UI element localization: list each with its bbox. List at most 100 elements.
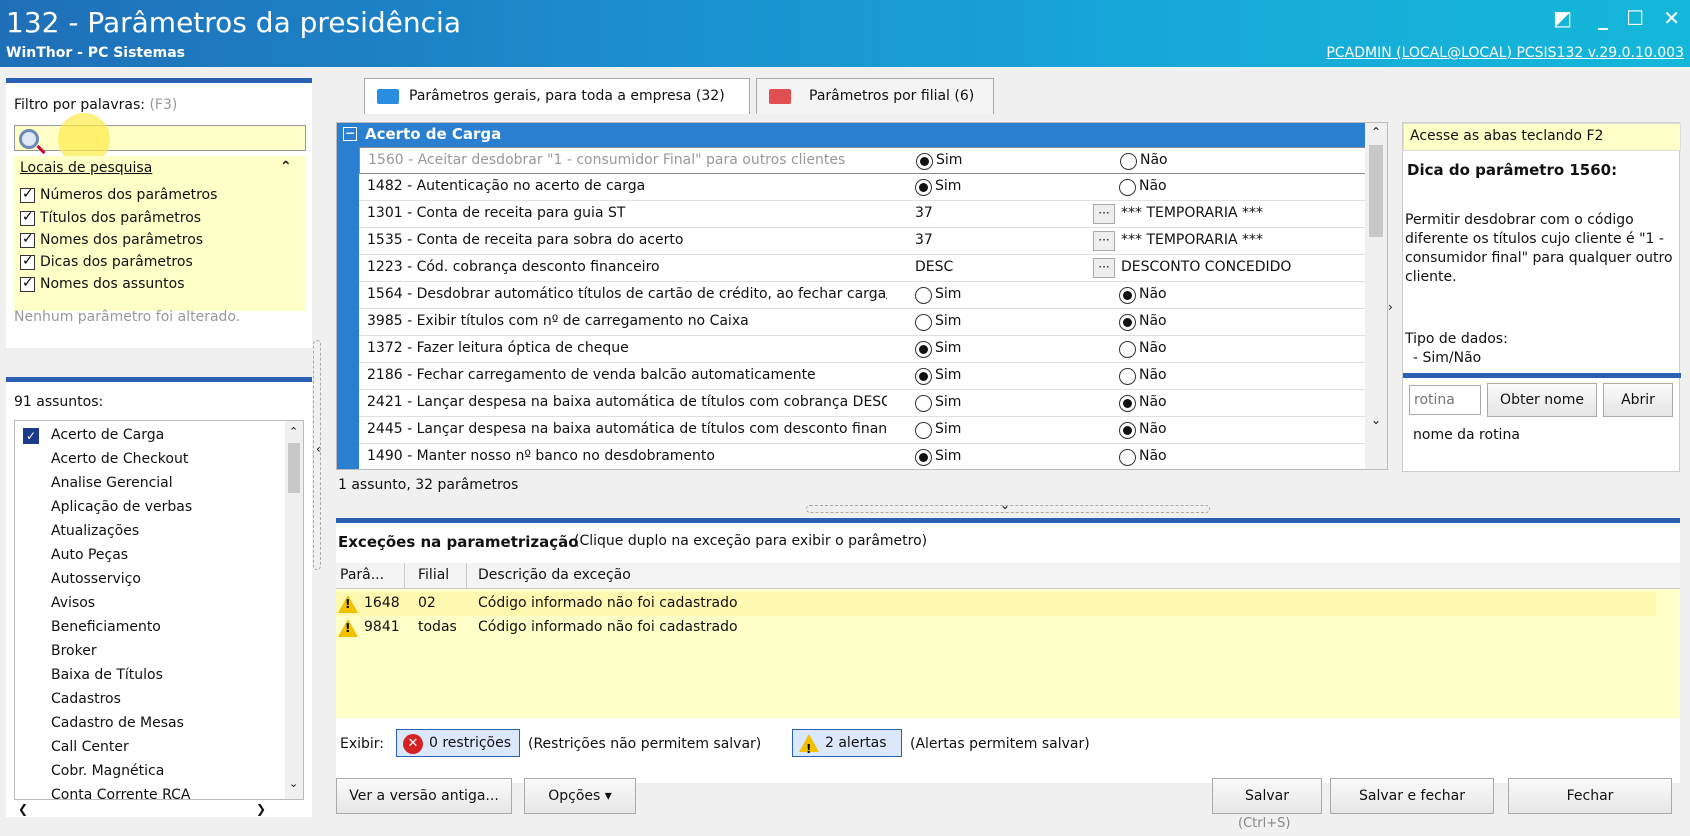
radio-no[interactable] <box>1119 314 1136 331</box>
radio-no[interactable] <box>1119 287 1136 304</box>
save-close-button[interactable]: Salvar e fechar <box>1330 778 1494 814</box>
col-description[interactable]: Descrição da exceção <box>478 567 631 583</box>
checkbox-icon[interactable]: ✓ <box>23 428 39 444</box>
subject-item[interactable]: Cadastros <box>15 687 285 711</box>
collapse-group-icon[interactable]: − <box>343 127 357 141</box>
scroll-thumb[interactable] <box>1369 145 1383 237</box>
options-button[interactable]: Opções ▾ <box>524 778 636 814</box>
checkbox-icon[interactable] <box>20 186 35 203</box>
restrictions-button[interactable]: ✕ 0 restrições <box>396 729 520 757</box>
collapse-down-icon[interactable]: ⌄ <box>1000 498 1010 512</box>
close-button[interactable]: Fechar <box>1508 778 1672 814</box>
subject-item[interactable]: ✓ Acerto de Carga <box>15 423 285 447</box>
radio-no[interactable] <box>1119 422 1136 439</box>
parameter-row[interactable]: 3985 - Exibir títulos com nº de carregam… <box>359 309 1367 336</box>
scroll-up-icon[interactable]: ⌃ <box>289 425 298 438</box>
subject-item[interactable]: Broker <box>15 639 285 663</box>
parameter-row[interactable]: 1482 - Autenticação no acerto de carga Si… <box>359 174 1367 201</box>
subject-list[interactable]: ✓ Acerto de Carga Acerto de Checkout Analis… <box>14 420 304 800</box>
checkbox-icon[interactable] <box>20 275 35 292</box>
lookup-code[interactable]: DESC <box>915 259 953 275</box>
radio-no[interactable] <box>1119 395 1136 412</box>
scroll-down-icon[interactable]: ⌄ <box>289 777 298 790</box>
show-label: Exibir: <box>340 736 385 752</box>
parameter-row[interactable]: 2421 - Lançar despesa na baixa automátic… <box>359 390 1367 417</box>
lookup-button[interactable]: ··· <box>1093 231 1115 251</box>
scroll-down-icon[interactable]: ⌄ <box>1371 413 1381 427</box>
exception-row[interactable]: 9841 todas Código informado não foi cada… <box>336 616 1656 640</box>
radio-yes[interactable] <box>916 153 933 170</box>
collapse-left-icon[interactable]: ‹ <box>316 442 321 456</box>
exception-row[interactable]: 1648 02 Código informado não foi cadastr… <box>336 592 1656 616</box>
lookup-button[interactable]: ··· <box>1093 204 1115 224</box>
parameter-row[interactable]: 2186 - Fechar carregamento de venda balc… <box>359 363 1367 390</box>
scroll-thumb[interactable] <box>288 443 300 493</box>
radio-yes[interactable] <box>915 395 932 412</box>
alerts-button[interactable]: 2 alertas <box>792 729 902 762</box>
tab-by-branch[interactable]: Parâmetros por filial (6) <box>756 78 994 114</box>
scroll-right-icon[interactable]: ❯ <box>256 802 266 816</box>
checkbox-icon[interactable] <box>20 253 35 270</box>
lookup-code[interactable]: 37 <box>915 205 933 221</box>
alerts-note: (Alertas permitem salvar) <box>910 736 1090 752</box>
open-button[interactable]: Abrir <box>1603 383 1673 417</box>
grid-scrollbar[interactable]: ⌃ ⌄ <box>1365 123 1387 469</box>
scroll-up-icon[interactable]: ⌃ <box>1371 125 1381 139</box>
radio-yes[interactable] <box>915 314 932 331</box>
radio-yes[interactable] <box>915 449 932 466</box>
subject-item[interactable]: Auto Peças <box>15 543 285 567</box>
parameter-row[interactable]: 1560 - Aceitar desdobrar "1 - consumidor… <box>359 147 1367 174</box>
subject-item[interactable]: Conta Corrente RCA <box>15 783 285 799</box>
routine-input[interactable] <box>1409 385 1481 415</box>
subject-item[interactable]: Acerto de Checkout <box>15 447 285 471</box>
radio-yes[interactable] <box>915 368 932 385</box>
radio-yes[interactable] <box>915 341 932 358</box>
parameter-row[interactable]: 1372 - Fazer leitura óptica de cheque Sim… <box>359 336 1367 363</box>
checkbox-icon[interactable] <box>20 209 35 226</box>
parameter-grid[interactable]: − Acerto de Carga 1560 - Aceitar desdobr… <box>336 122 1388 470</box>
subject-item[interactable]: Cobr. Magnética <box>15 759 285 783</box>
subject-scrollbar[interactable]: ⌃ ⌄ <box>285 421 303 799</box>
radio-no[interactable] <box>1119 341 1136 358</box>
col-branch[interactable]: Filial <box>418 567 449 583</box>
tab-general[interactable]: Parâmetros gerais, para toda a empresa (… <box>364 78 750 114</box>
lookup-button[interactable]: ··· <box>1093 258 1115 278</box>
maximize-icon[interactable]: ☐ <box>1626 6 1644 30</box>
subject-item[interactable]: Cadastro de Mesas <box>15 711 285 735</box>
subject-item[interactable]: Beneficiamento <box>15 615 285 639</box>
parameter-row[interactable]: 1301 - Conta de receita para guia ST 37 ··… <box>359 201 1367 228</box>
expand-right-icon[interactable]: › <box>1388 300 1393 314</box>
radio-yes[interactable] <box>915 179 932 196</box>
save-button[interactable]: Salvar <box>1212 778 1322 814</box>
collapse-icon[interactable]: ⌃ <box>280 159 292 175</box>
lookup-code[interactable]: 37 <box>915 232 933 248</box>
get-name-button[interactable]: Obter nome <box>1487 383 1597 417</box>
radio-yes[interactable] <box>915 287 932 304</box>
col-param[interactable]: Parâ... <box>340 567 384 583</box>
group-header[interactable]: − Acerto de Carga <box>337 123 1367 147</box>
radio-no[interactable] <box>1119 368 1136 385</box>
subject-item[interactable]: Analise Gerencial <box>15 471 285 495</box>
scroll-left-icon[interactable]: ❮ <box>18 802 28 816</box>
parameter-row[interactable]: 1223 - Cód. cobrança desconto financeiro… <box>359 255 1367 282</box>
checkbox-icon[interactable] <box>20 231 35 248</box>
subject-item[interactable]: Aplicação de verbas <box>15 495 285 519</box>
subject-item[interactable]: Atualizações <box>15 519 285 543</box>
radio-no[interactable] <box>1119 179 1136 196</box>
subject-item[interactable]: Avisos <box>15 591 285 615</box>
radio-yes[interactable] <box>915 422 932 439</box>
subject-item[interactable]: Call Center <box>15 735 285 759</box>
parameter-row[interactable]: 1535 - Conta de receita para sobra do ac… <box>359 228 1367 255</box>
close-icon[interactable]: ✕ <box>1663 6 1680 30</box>
radio-no[interactable] <box>1119 449 1136 466</box>
parameter-row[interactable]: 2445 - Lançar despesa na baixa automátic… <box>359 417 1367 444</box>
old-version-button[interactable]: Ver a versão antiga... <box>336 778 512 814</box>
radio-no[interactable] <box>1120 153 1137 170</box>
subject-item[interactable]: Autosserviço <box>15 567 285 591</box>
parameter-row[interactable]: 1490 - Manter nosso nº banco no desdobra… <box>359 444 1367 469</box>
minimize-icon[interactable]: _ <box>1598 6 1608 30</box>
restore-icon[interactable]: ◩ <box>1553 6 1572 30</box>
exceptions-columns: Parâ... Filial Descrição da exceção <box>336 563 1680 589</box>
subject-item[interactable]: Baixa de Títulos <box>15 663 285 687</box>
parameter-row[interactable]: 1564 - Desdobrar automático títulos de c… <box>359 282 1367 309</box>
